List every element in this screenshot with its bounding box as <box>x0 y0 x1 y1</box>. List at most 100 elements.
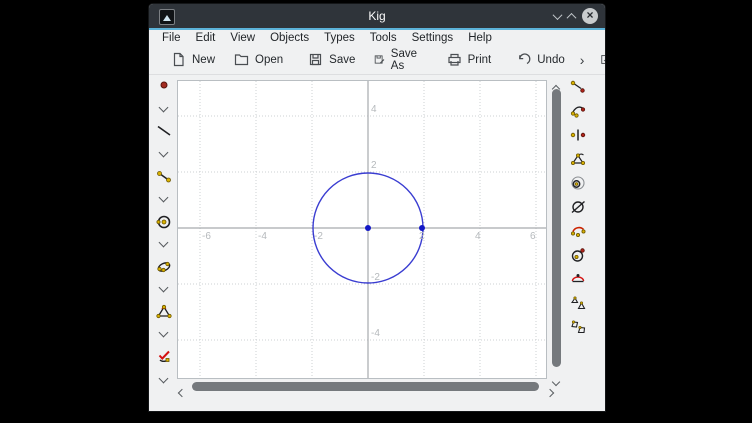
scroll-up-button[interactable] <box>553 79 561 87</box>
menu-file[interactable]: File <box>162 32 181 44</box>
horizontal-scrollbar-thumb[interactable] <box>192 382 539 391</box>
segment-icon <box>155 168 173 186</box>
line-tool-dropdown[interactable] <box>149 143 178 166</box>
window-bottom-margin <box>149 390 605 411</box>
scale-triangle-icon <box>569 150 587 168</box>
horizontal-scrollbar[interactable] <box>179 381 557 392</box>
titlebar[interactable]: Kig × <box>149 4 605 28</box>
canvas-drawing <box>178 81 546 378</box>
scroll-down-button[interactable] <box>553 372 561 380</box>
test-tool[interactable] <box>149 346 178 369</box>
circle-icon <box>155 213 173 231</box>
save-button[interactable]: Save <box>298 48 364 72</box>
line-tool[interactable] <box>149 120 178 143</box>
main-toolbar: New Open Save <box>149 45 605 75</box>
projectivity-tool[interactable] <box>565 315 591 339</box>
chevron-down-icon <box>159 193 169 203</box>
new-document-icon <box>170 51 187 68</box>
projectivity-icon <box>569 318 587 336</box>
point-reflection-tool[interactable] <box>565 123 591 147</box>
save-as-floppy-icon <box>373 51 385 68</box>
generic-affinity-icon <box>569 198 587 216</box>
maximize-button[interactable] <box>568 7 575 25</box>
generic-affinity-tool[interactable] <box>565 195 591 219</box>
point-tool[interactable] <box>149 75 178 98</box>
translate-tool[interactable] <box>565 75 591 99</box>
main-area: -6 -4 -2 2 4 6 4 2 -2 -4 <box>149 75 605 390</box>
conic-test-tool[interactable] <box>565 267 591 291</box>
scale-tool[interactable] <box>565 147 591 171</box>
save-as-button[interactable]: Save As <box>364 48 430 72</box>
scroll-right-button[interactable] <box>547 383 555 391</box>
zoom-in-icon <box>599 51 605 68</box>
chevron-down-icon <box>159 373 169 383</box>
radius-point[interactable] <box>419 225 425 231</box>
conic-test-icon <box>569 270 587 288</box>
print-button[interactable]: Print <box>437 48 501 72</box>
arc-tool[interactable] <box>565 219 591 243</box>
save-floppy-icon <box>307 51 324 68</box>
kig-window: Kig × File Edit View Objects Types Tools… <box>149 4 605 411</box>
undo-button[interactable]: Undo <box>506 48 574 72</box>
geometry-canvas[interactable]: -6 -4 -2 2 4 6 4 2 -2 -4 <box>177 80 547 379</box>
test-tool-dropdown[interactable] <box>149 368 178 391</box>
point-icon <box>155 77 173 95</box>
chevron-up-icon <box>567 13 577 23</box>
new-button[interactable]: New <box>161 48 224 72</box>
circle-tool-dropdown[interactable] <box>149 233 178 256</box>
minimize-button[interactable] <box>554 7 561 25</box>
coordinate-axes <box>178 81 546 378</box>
scroll-left-button[interactable] <box>179 383 187 391</box>
menu-edit[interactable]: Edit <box>196 32 216 44</box>
line-icon <box>155 122 173 140</box>
objects-toolbar <box>149 75 178 391</box>
conic-tool[interactable] <box>149 256 178 279</box>
menu-help[interactable]: Help <box>468 32 492 44</box>
menu-types[interactable]: Types <box>324 32 355 44</box>
conic-icon <box>155 258 173 276</box>
segment-tool[interactable] <box>149 165 178 188</box>
grid-lines <box>178 81 546 378</box>
chevron-down-icon <box>159 102 169 112</box>
screen: Kig × File Edit View Objects Types Tools… <box>0 0 752 423</box>
segment-tool-dropdown[interactable] <box>149 188 178 211</box>
menu-objects[interactable]: Objects <box>270 32 309 44</box>
chevron-down-icon <box>159 148 169 158</box>
menu-view[interactable]: View <box>230 32 255 44</box>
open-folder-icon <box>233 51 250 68</box>
chevron-down-icon <box>159 328 169 338</box>
inversion-icon <box>569 174 587 192</box>
undo-arrow-icon <box>515 51 532 68</box>
chevron-down-icon <box>159 283 169 293</box>
zoom-in-button[interactable]: Zoom In <box>590 48 605 72</box>
test-icon <box>155 348 173 366</box>
menu-settings[interactable]: Settings <box>412 32 454 44</box>
printer-icon <box>446 51 463 68</box>
circle-test-icon <box>569 246 587 264</box>
chevron-down-icon <box>553 10 563 20</box>
circle-test-tool[interactable] <box>565 243 591 267</box>
circle-tool[interactable] <box>149 210 178 233</box>
rotate-tool[interactable] <box>565 99 591 123</box>
menu-tools[interactable]: Tools <box>370 32 397 44</box>
vertical-scrollbar[interactable] <box>549 79 564 380</box>
window-title: Kig <box>149 9 605 23</box>
chevron-down-icon <box>159 238 169 248</box>
point-reflection-icon <box>569 126 587 144</box>
similarity-tool[interactable] <box>565 291 591 315</box>
menubar: File Edit View Objects Types Tools Setti… <box>149 30 605 45</box>
polygon-icon <box>155 303 173 321</box>
inversion-tool[interactable] <box>565 171 591 195</box>
close-button[interactable]: × <box>582 8 598 24</box>
polygon-tool-dropdown[interactable] <box>149 323 178 346</box>
conic-tool-dropdown[interactable] <box>149 278 178 301</box>
translate-icon <box>569 78 587 96</box>
vertical-scrollbar-thumb[interactable] <box>552 89 561 367</box>
open-button[interactable]: Open <box>224 48 292 72</box>
center-point[interactable] <box>365 225 371 231</box>
polygon-tool[interactable] <box>149 301 178 324</box>
arc-icon <box>569 222 587 240</box>
point-tool-dropdown[interactable] <box>149 98 178 121</box>
toolbar-overflow-chevron[interactable]: › <box>574 52 591 68</box>
similarity-icon <box>569 294 587 312</box>
